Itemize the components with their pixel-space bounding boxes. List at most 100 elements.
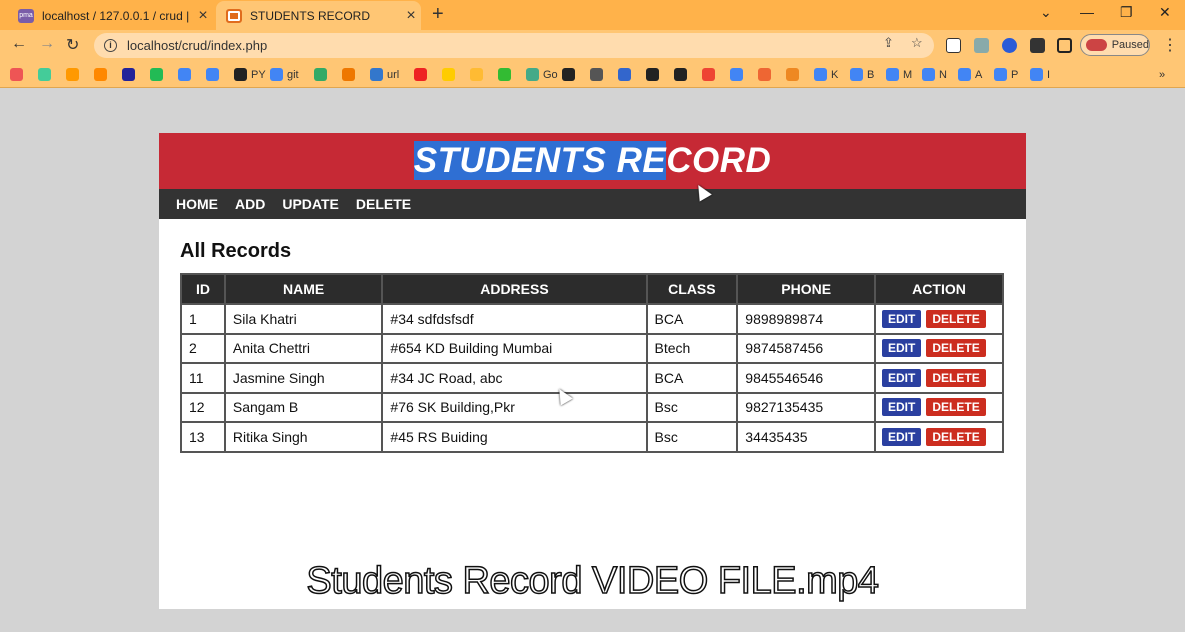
edit-button[interactable]: EDIT <box>882 339 922 358</box>
nav-update[interactable]: UPDATE <box>282 196 339 212</box>
address-bar[interactable]: i localhost/crud/index.php <box>94 33 934 58</box>
bookmark-item[interactable] <box>122 67 139 82</box>
bookmark-item[interactable] <box>10 67 27 82</box>
bookmark-item[interactable]: A <box>958 67 982 82</box>
cell-phone: 9827135435 <box>736 391 877 423</box>
bookmark-item[interactable] <box>442 67 459 82</box>
edit-button[interactable]: EDIT <box>882 398 922 417</box>
tab-students-record[interactable]: STUDENTS RECORD × <box>216 1 421 30</box>
g-icon <box>702 68 715 81</box>
close-icon[interactable]: × <box>401 7 421 25</box>
section-title: All Records <box>180 240 292 262</box>
more-bookmarks-icon[interactable]: » <box>1159 67 1165 82</box>
phpmyadmin-icon: pma <box>18 8 34 23</box>
google-icon <box>994 68 1007 81</box>
bookmark-item[interactable]: I <box>1030 67 1050 82</box>
table-row: 1 Sila Khatri #34 sdfdsfsdf BCA 9898989874 ED… <box>180 303 1004 335</box>
cell-address: #34 JC Road, abc <box>381 362 648 394</box>
bookmark-label: M <box>903 68 913 81</box>
bookmark-item[interactable] <box>314 67 331 82</box>
cell-name: Anita Chettri <box>223 332 384 364</box>
bookmark-item[interactable] <box>38 67 55 82</box>
restore-icon[interactable]: ❐ <box>1120 4 1133 21</box>
bookmark-item[interactable]: PY <box>234 67 266 82</box>
bookmark-label: I <box>1047 68 1051 81</box>
chevron-down-icon[interactable]: ⌄ <box>1040 4 1052 21</box>
nav-home[interactable]: HOME <box>176 196 218 212</box>
cell-class: Bsc <box>645 391 739 423</box>
close-icon[interactable]: × <box>193 7 213 25</box>
info-icon[interactable]: i <box>104 39 117 52</box>
window-close-icon[interactable]: ✕ <box>1159 4 1171 21</box>
puzzle-icon[interactable] <box>1030 38 1045 53</box>
bookmark-item[interactable] <box>758 67 775 82</box>
table-row: 2 Anita Chettri #654 KD Building Mumbai Bte… <box>180 332 1004 364</box>
avatar <box>1086 39 1107 51</box>
profile-paused-button[interactable]: Paused <box>1080 34 1150 56</box>
forward-icon[interactable]: → <box>39 35 55 53</box>
bookmark-item[interactable] <box>730 67 747 82</box>
google-icon <box>178 68 191 81</box>
bookmark-item[interactable] <box>206 67 223 82</box>
minimize-icon[interactable]: — <box>1080 4 1094 20</box>
bookmark-item[interactable] <box>498 67 515 82</box>
new-tab-icon[interactable]: + <box>432 3 444 26</box>
cell-class: BCA <box>645 362 739 394</box>
notion-icon <box>562 68 575 81</box>
cell-address: #45 RS Buiding <box>381 421 648 453</box>
bookmark-item[interactable]: B <box>850 67 874 82</box>
bookmark-item[interactable]: Go <box>526 67 558 82</box>
bookmark-item[interactable] <box>94 67 111 82</box>
delete-button[interactable]: DELETE <box>926 339 986 358</box>
bookmark-label: url <box>387 68 400 81</box>
cell-action: EDIT DELETE <box>874 362 1004 394</box>
bookmark-label: PY <box>251 68 266 81</box>
bookmark-item[interactable] <box>646 67 663 82</box>
menu-icon[interactable]: ⋮ <box>1162 35 1178 55</box>
globe-icon <box>646 68 659 81</box>
delete-button[interactable]: DELETE <box>926 427 986 446</box>
extension-icon[interactable] <box>1002 38 1017 53</box>
bookmark-item[interactable]: git <box>270 67 299 82</box>
google-icon <box>922 68 935 81</box>
bookmark-item[interactable] <box>674 67 691 82</box>
tab-phpmyadmin[interactable]: pma localhost / 127.0.0.1 / crud | php × <box>8 1 213 30</box>
google-icon <box>958 68 971 81</box>
records-table: ID NAME ADDRESS CLASS PHONE ACTION 1 Sila… <box>180 273 1004 453</box>
bookmark-item[interactable] <box>618 67 635 82</box>
bookmark-item[interactable] <box>66 67 83 82</box>
back-icon[interactable]: ← <box>11 35 27 53</box>
bookmark-item[interactable]: N <box>922 67 947 82</box>
bookmark-item[interactable]: url <box>370 67 399 82</box>
panda-extension-icon[interactable] <box>946 38 961 53</box>
bookmark-item[interactable] <box>470 67 487 82</box>
extension-icon[interactable] <box>974 38 989 53</box>
header-name: NAME <box>223 273 384 305</box>
bookmark-item[interactable] <box>590 67 607 82</box>
delete-button[interactable]: DELETE <box>926 309 986 328</box>
edit-button[interactable]: EDIT <box>882 309 922 328</box>
nav-delete[interactable]: DELETE <box>356 196 411 212</box>
bookmark-item[interactable]: M <box>886 67 912 82</box>
bookmark-item[interactable] <box>562 67 579 82</box>
edit-button[interactable]: EDIT <box>882 427 922 446</box>
title-selected-text: STUDENTS RE <box>413 141 667 180</box>
bookmark-item[interactable]: K <box>814 67 838 82</box>
delete-button[interactable]: DELETE <box>926 398 986 417</box>
bookmark-item[interactable] <box>786 67 803 82</box>
bookmark-item[interactable]: P <box>994 67 1018 82</box>
nav-add[interactable]: ADD <box>235 196 265 212</box>
google-icon <box>814 68 827 81</box>
bookmark-item[interactable] <box>150 67 167 82</box>
star-icon[interactable]: ☆ <box>911 35 923 51</box>
share-icon[interactable]: ⇪ <box>883 35 894 51</box>
bookmark-item[interactable] <box>178 67 195 82</box>
bookmark-item[interactable] <box>702 67 719 82</box>
bookmark-item[interactable] <box>342 67 359 82</box>
side-panel-icon[interactable] <box>1057 38 1072 53</box>
bookmark-item[interactable] <box>414 67 431 82</box>
edit-button[interactable]: EDIT <box>882 368 922 387</box>
bookmark-icon <box>66 68 79 81</box>
reload-icon[interactable]: ↻ <box>66 35 79 55</box>
delete-button[interactable]: DELETE <box>926 368 986 387</box>
